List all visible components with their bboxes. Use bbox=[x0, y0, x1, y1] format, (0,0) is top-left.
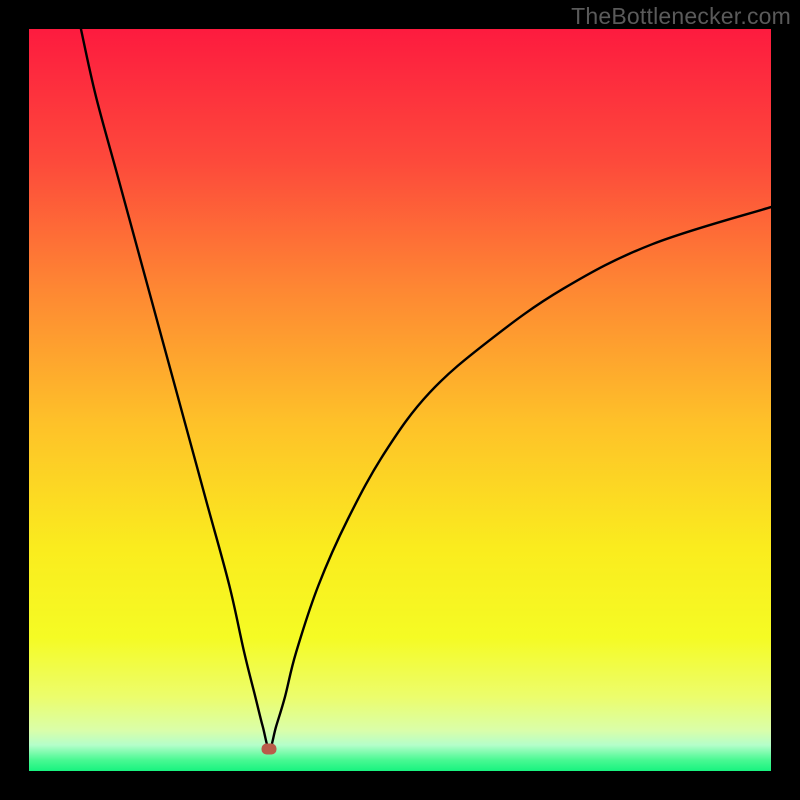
watermark-text: TheBottlenecker.com bbox=[571, 3, 791, 30]
bottleneck-curve bbox=[29, 29, 771, 771]
optimal-point-marker bbox=[262, 743, 277, 754]
plot-area bbox=[29, 29, 771, 771]
chart-frame: TheBottlenecker.com bbox=[0, 0, 800, 800]
